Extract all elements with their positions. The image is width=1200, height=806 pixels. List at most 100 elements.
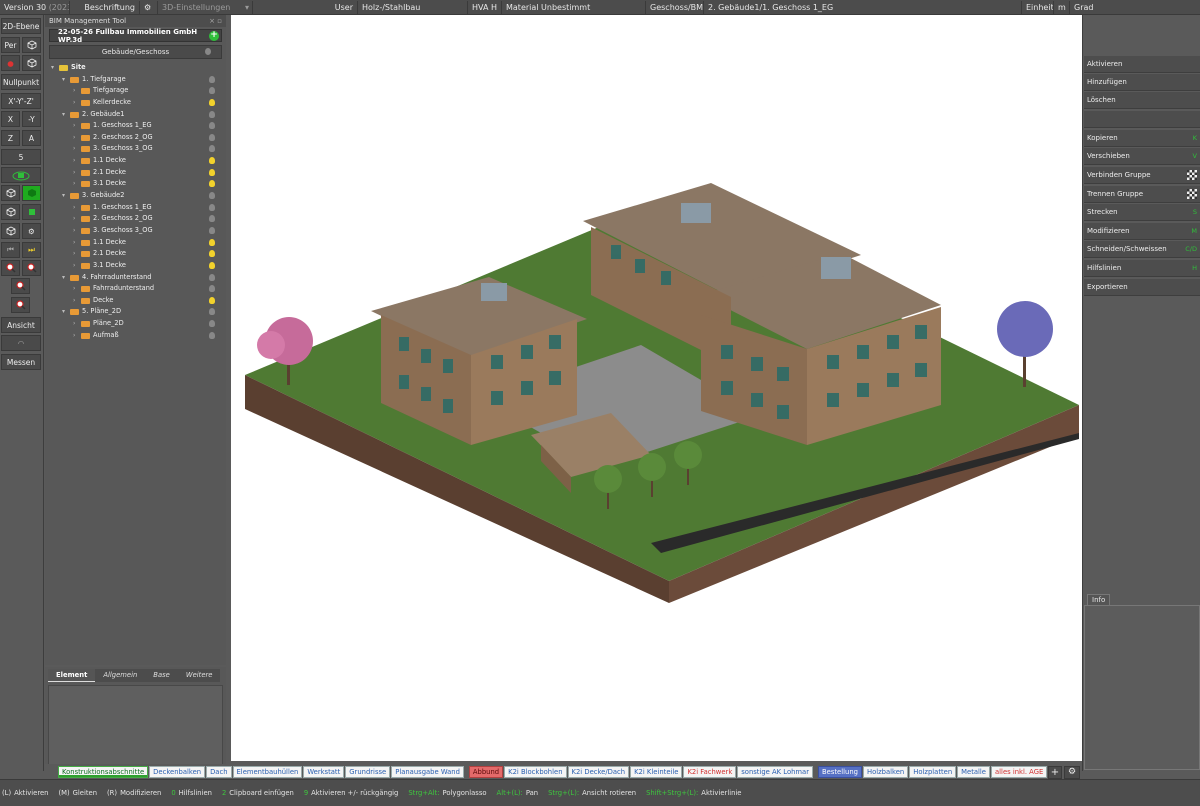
tab-base[interactable]: Base: [145, 669, 178, 682]
chevron-down-icon[interactable]: ▾: [62, 272, 65, 284]
verschieben-button[interactable]: Verschieben V: [1084, 148, 1200, 165]
info-tab[interactable]: Info: [1087, 594, 1111, 605]
kopieren-button[interactable]: Kopieren K: [1084, 130, 1200, 147]
chevron-down-icon[interactable]: ▾: [51, 62, 54, 74]
bulb-icon[interactable]: [209, 98, 215, 106]
bottom-tab[interactable]: Dach: [206, 765, 232, 778]
loeschen-button[interactable]: Löschen: [1084, 92, 1200, 109]
gebaeude-geschoss-button[interactable]: Gebäude/Geschoss: [49, 45, 222, 59]
close-icon[interactable]: × ▫: [209, 15, 226, 27]
chevron-right-icon[interactable]: ›: [73, 97, 75, 109]
bottom-tab[interactable]: K2i Fachwerk: [683, 765, 737, 778]
bottom-tab[interactable]: K2i Decke/Dach: [567, 765, 630, 778]
bulb-icon[interactable]: [209, 133, 215, 141]
chevron-right-icon[interactable]: ›: [73, 237, 75, 249]
bulb-icon[interactable]: [209, 122, 215, 130]
bulb-icon[interactable]: [209, 192, 215, 200]
bulb-icon[interactable]: [209, 273, 215, 281]
bim-file-selector[interactable]: 22-05-26 Fullbau Immobilien GmbH WP.3d +: [49, 28, 222, 44]
bottom-tab[interactable]: K2i Kleinteile: [630, 765, 683, 778]
a-button[interactable]: A: [22, 130, 41, 146]
solid-cube-icon[interactable]: [22, 185, 41, 201]
geschoss-value[interactable]: 2. Gebäude1/1. Geschoss 1_EG: [704, 0, 1022, 14]
tree-item[interactable]: › 3. Geschoss 3_OG: [49, 225, 223, 237]
bottom-tab[interactable]: Grundrisse: [345, 765, 391, 778]
nullpunkt-button[interactable]: Nullpunkt: [1, 74, 41, 90]
bulb-icon[interactable]: [205, 48, 211, 55]
chevron-right-icon[interactable]: ›: [73, 295, 75, 307]
tree-item[interactable]: › 3. Geschoss 3_OG: [49, 143, 223, 155]
chevron-down-icon[interactable]: ▾: [62, 306, 65, 318]
chevron-right-icon[interactable]: ›: [73, 155, 75, 167]
tree-site[interactable]: ▾ Site: [49, 62, 223, 74]
3d-view-icon[interactable]: [1, 167, 41, 183]
chevron-right-icon[interactable]: ›: [73, 132, 75, 144]
unit-grad[interactable]: Grad: [1070, 1, 1100, 14]
bulb-icon[interactable]: [209, 331, 215, 339]
tree-item[interactable]: › 2. Geschoss 2_OG: [49, 213, 223, 225]
chevron-right-icon[interactable]: ›: [73, 143, 75, 155]
cube-outline-icon[interactable]: [1, 185, 20, 201]
tab-element[interactable]: Element: [48, 669, 96, 682]
chevron-down-icon[interactable]: ▾: [62, 109, 65, 121]
ansicht-button[interactable]: Ansicht: [1, 317, 41, 333]
add-icon[interactable]: +: [209, 31, 219, 41]
bulb-icon[interactable]: [209, 261, 215, 269]
tree-item[interactable]: › 3.1 Decke: [49, 260, 223, 272]
tree-item[interactable]: › Decke: [49, 295, 223, 307]
chevron-right-icon[interactable]: ›: [73, 225, 75, 237]
tree-item[interactable]: › 1. Geschoss 1_EG: [49, 202, 223, 214]
empty-button-1[interactable]: [1084, 111, 1200, 128]
next-icon[interactable]: ⏭: [22, 242, 41, 258]
bottom-tab[interactable]: Metalle: [957, 765, 990, 778]
bottom-tab[interactable]: Elementbauhüllen: [232, 765, 303, 778]
bulb-icon[interactable]: [209, 250, 215, 258]
hinzufuegen-button[interactable]: Hinzufügen: [1084, 74, 1200, 91]
add-tab-icon[interactable]: +: [1048, 766, 1062, 779]
z-axis-button[interactable]: Z: [1, 130, 20, 146]
tree-item[interactable]: › Pläne_2D: [49, 318, 223, 330]
bottom-tab[interactable]: Holzplatten: [909, 765, 957, 778]
bulb-icon[interactable]: [209, 180, 215, 188]
chevron-down-icon[interactable]: ▾: [62, 190, 65, 202]
bulb-icon[interactable]: [209, 145, 215, 153]
tree-group[interactable]: ▾ 3. Gebäude2: [49, 190, 223, 202]
exportieren-button[interactable]: Exportieren: [1084, 279, 1200, 296]
user-field[interactable]: User: [253, 0, 358, 14]
2d-ebene-button[interactable]: 2D-Ebene: [1, 18, 41, 34]
modifizieren-button[interactable]: Modifizieren M: [1084, 223, 1200, 240]
bottom-tab[interactable]: Bestellung: [818, 765, 862, 778]
tree-item[interactable]: › 1. Geschoss 1_EG: [49, 120, 223, 132]
zoom-out-icon[interactable]: [22, 260, 41, 276]
chevron-right-icon[interactable]: ›: [73, 260, 75, 272]
cube-outline-2-icon[interactable]: [1, 204, 20, 220]
bottom-tab[interactable]: K2i Blockbohlen: [504, 765, 567, 778]
bottom-tab[interactable]: Werkstatt: [303, 765, 345, 778]
bottom-tab[interactable]: Abbund: [468, 765, 504, 778]
gears-icon[interactable]: ⚙: [22, 223, 41, 239]
cube-wire-icon[interactable]: [22, 55, 41, 71]
unit-m[interactable]: m: [1054, 0, 1070, 14]
tab-allgemein[interactable]: Allgemein: [95, 669, 146, 682]
strecken-button[interactable]: Strecken S: [1084, 204, 1200, 221]
chevron-right-icon[interactable]: ›: [73, 120, 75, 132]
bulb-icon[interactable]: [209, 320, 215, 328]
messen-button[interactable]: Messen: [1, 354, 41, 370]
tree-item[interactable]: › 2. Geschoss 2_OG: [49, 132, 223, 144]
bulb-icon[interactable]: [209, 110, 215, 118]
tree-group[interactable]: ▾ 1. Tiefgarage: [49, 74, 223, 86]
tree-item[interactable]: › Tiefgarage: [49, 85, 223, 97]
bulb-icon[interactable]: [209, 308, 215, 316]
bulb-icon[interactable]: [209, 296, 215, 304]
3d-viewport[interactable]: [231, 15, 1082, 761]
chevron-right-icon[interactable]: ›: [73, 202, 75, 214]
tree-item[interactable]: › Kellerdecke: [49, 97, 223, 109]
schneiden-schweissen-button[interactable]: Schneiden/Schweissen C/D: [1084, 241, 1200, 258]
user-value[interactable]: Holz-/Stahlbau: [358, 0, 468, 14]
chevron-right-icon[interactable]: ›: [73, 330, 75, 342]
zoom-window-icon[interactable]: [11, 278, 30, 294]
neg-y-axis-button[interactable]: -Y: [22, 111, 41, 127]
chevron-right-icon[interactable]: ›: [73, 283, 75, 295]
bulb-icon[interactable]: [209, 215, 215, 223]
green-cube-icon[interactable]: [22, 204, 41, 220]
